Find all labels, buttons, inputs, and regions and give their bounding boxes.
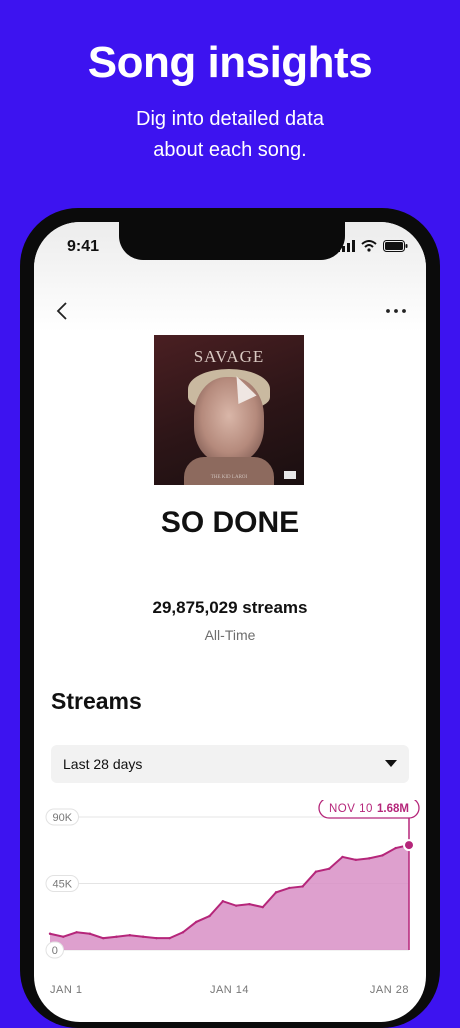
y-tick-label-1: 45K	[52, 879, 72, 891]
tooltip-value: 1.68M	[377, 803, 409, 815]
data-point-9	[155, 936, 158, 940]
battery-icon	[383, 240, 408, 252]
x-tick-label-2: JAN 28	[370, 984, 409, 996]
data-point-22	[328, 867, 331, 870]
phone-notch	[119, 222, 345, 260]
y-tick-label-2: 0	[52, 945, 58, 957]
x-tick-label-1: JAN 14	[210, 984, 249, 996]
date-range-select[interactable]: Last 28 days	[51, 745, 409, 783]
y-tick-label-0: 90K	[52, 812, 72, 824]
data-point-6	[115, 935, 118, 938]
data-point-4	[88, 932, 92, 935]
total-streams: 29,875,029 streams	[152, 598, 308, 617]
data-point-20	[301, 885, 304, 888]
data-point-26	[381, 854, 384, 857]
phone-screen: 9:41 SAVAGE THE KID LAROI SO DONE 29,875	[34, 222, 426, 1022]
data-point-15	[234, 904, 238, 907]
data-point-11	[181, 931, 185, 934]
data-point-24	[354, 858, 358, 862]
status-icons	[337, 240, 408, 252]
data-point-17	[261, 905, 264, 909]
song-title: SO DONE	[160, 506, 300, 539]
promo-subtitle-line2: about each song.	[153, 139, 307, 161]
tooltip-date: NOV 10	[329, 803, 373, 815]
data-point-10	[168, 936, 171, 940]
data-point-3	[75, 931, 78, 934]
data-point-16	[248, 902, 251, 906]
data-point-18	[274, 891, 278, 894]
dropdown-caret-icon	[385, 760, 397, 767]
promo-headline: Song insights	[87, 38, 373, 87]
x-tick-label-0: JAN 1	[50, 984, 82, 996]
wifi-icon	[361, 240, 377, 252]
artwork-shirt	[184, 457, 274, 485]
streams-period: All-Time	[204, 627, 256, 643]
data-point-8	[141, 935, 145, 938]
hover-marker-point	[403, 839, 415, 852]
more-options-icon[interactable]	[384, 300, 408, 322]
streams-chart[interactable]: 90K 45K 0 JAN 1 JAN 14 JAN 28 NOV 10 1.68M	[34, 800, 426, 1000]
date-range-value: Last 28 days	[63, 756, 143, 772]
promo-subtitle-line1: Dig into detailed data	[136, 108, 324, 130]
data-point-7	[128, 934, 131, 937]
data-point-23	[341, 855, 344, 859]
data-point-27	[394, 846, 397, 850]
parental-advisory-label	[284, 471, 296, 479]
data-point-1	[48, 932, 52, 935]
data-point-13	[208, 914, 211, 918]
data-point-12	[195, 920, 198, 924]
status-time: 9:41	[67, 238, 100, 255]
back-chevron-icon[interactable]	[52, 300, 74, 322]
data-point-19	[288, 886, 291, 890]
data-point-2	[62, 935, 65, 938]
artwork-artist: THE KID LAROI	[210, 475, 248, 480]
album-artwork: SAVAGE THE KID LAROI	[154, 335, 304, 485]
section-title: Streams	[51, 688, 142, 714]
data-point-5	[101, 936, 105, 940]
data-point-14	[221, 900, 225, 903]
data-point-21	[314, 870, 318, 873]
promo-subtitle: Dig into detailed data about each song.	[0, 104, 460, 166]
data-point-25	[367, 857, 371, 860]
artwork-title: SAVAGE	[193, 347, 265, 366]
